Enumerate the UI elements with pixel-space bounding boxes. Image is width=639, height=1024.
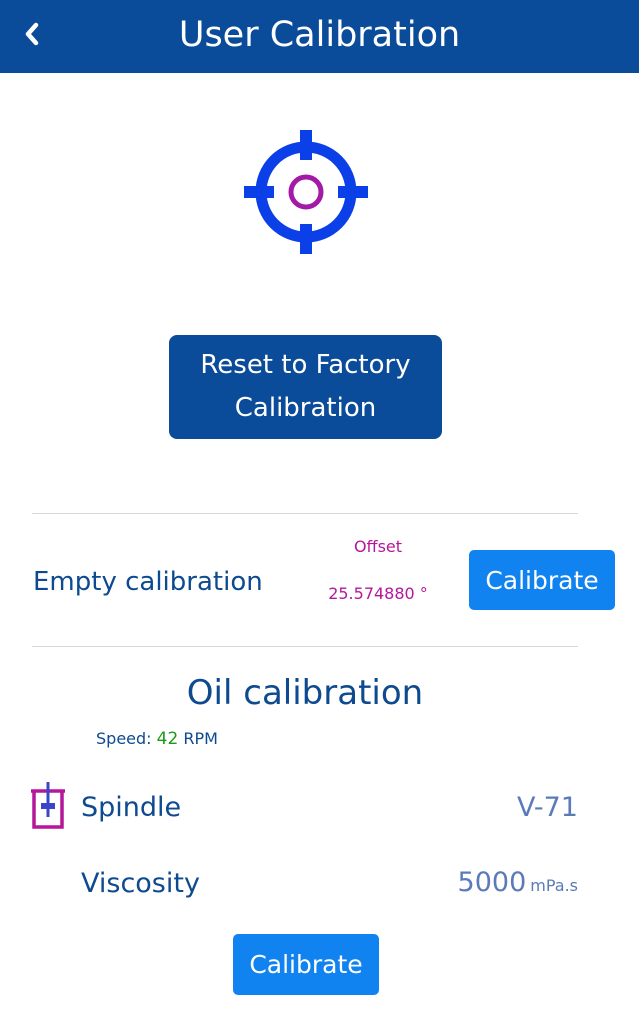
viscosity-value: 5000 [457, 867, 527, 898]
divider [32, 513, 578, 514]
offset-value: 25.574880 ° [328, 584, 428, 603]
oil-calibration-title: Oil calibration [186, 673, 424, 713]
viscosity-readout: 5000 mPa.s [458, 864, 578, 905]
spindle-value: V-71 [517, 792, 578, 823]
spindle-icon [31, 782, 65, 829]
divider [32, 646, 578, 647]
offset-label: Offset [353, 537, 403, 556]
speed-unit: RPM [183, 729, 218, 748]
reset-factory-calibration-button[interactable]: Reset to Factory Calibration [169, 335, 442, 439]
speed-readout: Speed: 42 RPM [96, 729, 218, 749]
empty-calibrate-button[interactable]: Calibrate [469, 550, 615, 610]
crosshair-target-icon [244, 130, 368, 254]
speed-value: 42 [156, 729, 179, 749]
empty-calibration-label: Empty calibration [33, 567, 263, 597]
oil-calibrate-button[interactable]: Calibrate [233, 934, 379, 995]
speed-label: Speed: [96, 729, 152, 748]
page-title: User Calibration [178, 15, 461, 55]
viscosity-unit: mPa.s [530, 876, 578, 895]
viscosity-label: Viscosity [81, 868, 200, 899]
spindle-label: Spindle [81, 792, 182, 823]
app-header: User Calibration [0, 0, 639, 73]
